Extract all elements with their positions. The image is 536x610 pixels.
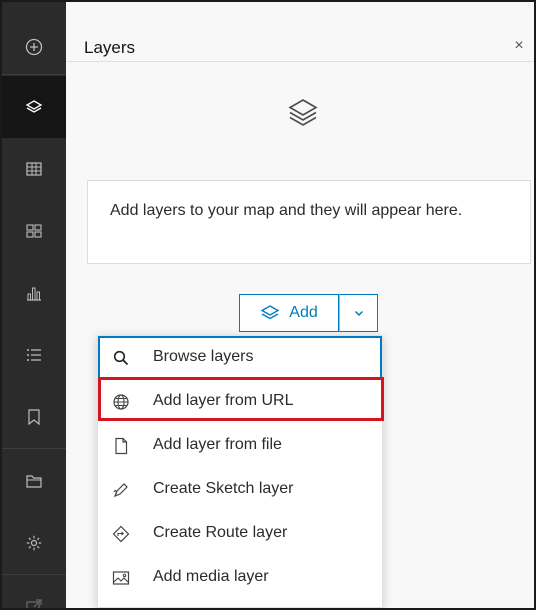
add-content-button[interactable] bbox=[2, 16, 66, 78]
menu-item-create-sketch-layer[interactable]: Create Sketch layer bbox=[98, 468, 382, 512]
menu-item-add-layer-from-file[interactable]: Add layer from file bbox=[98, 424, 382, 468]
list-icon bbox=[27, 349, 41, 361]
folder-icon bbox=[26, 475, 42, 488]
charts-button[interactable] bbox=[2, 262, 66, 324]
layers-panel: Layers × Add layers to your map and they… bbox=[66, 2, 534, 608]
add-button-label: Add bbox=[289, 304, 318, 321]
action-bar bbox=[2, 2, 66, 608]
list-button[interactable] bbox=[2, 324, 66, 386]
route-icon bbox=[112, 525, 130, 543]
globe-icon bbox=[112, 393, 130, 411]
add-dropdown-menu: Browse layers Add layer from URL Add lay… bbox=[97, 335, 384, 608]
open-folder-button[interactable] bbox=[2, 450, 66, 512]
menu-item-browse-layers[interactable]: Browse layers bbox=[98, 336, 382, 380]
legend-button[interactable] bbox=[2, 200, 66, 262]
settings-button[interactable] bbox=[2, 512, 66, 574]
share-icon bbox=[26, 599, 42, 608]
image-icon bbox=[112, 569, 130, 587]
menu-item-create-route-layer[interactable]: Create Route layer bbox=[98, 512, 382, 556]
sketch-icon bbox=[112, 481, 130, 499]
chart-icon bbox=[27, 287, 41, 301]
search-icon bbox=[112, 349, 130, 367]
menu-item-label: Create Sketch layer bbox=[153, 480, 294, 497]
menu-item-label: Create Route layer bbox=[153, 524, 288, 541]
layers-button[interactable] bbox=[2, 76, 66, 138]
table-icon bbox=[26, 162, 42, 176]
gear-icon bbox=[26, 535, 42, 551]
menu-item-label: Add media layer bbox=[153, 568, 269, 585]
bookmarks-button[interactable] bbox=[2, 386, 66, 448]
file-icon bbox=[112, 437, 130, 455]
legend-icon bbox=[26, 224, 42, 238]
menu-item-add-layer-from-url[interactable]: Add layer from URL bbox=[98, 380, 382, 424]
plus-circle-icon bbox=[25, 38, 43, 56]
menu-item-label: Browse layers bbox=[153, 348, 254, 365]
bookmark-icon bbox=[28, 409, 40, 426]
panel-header: Layers × bbox=[66, 2, 534, 62]
chevron-down-icon bbox=[354, 310, 363, 317]
close-button[interactable]: × bbox=[508, 38, 530, 60]
menu-item-add-media-layer[interactable]: Add media layer bbox=[98, 556, 382, 600]
menu-item-label: Add layer from URL bbox=[153, 392, 294, 409]
layers-icon bbox=[25, 100, 43, 113]
empty-layers-notice: Add layers to your map and they will app… bbox=[87, 180, 531, 264]
share-button[interactable] bbox=[2, 576, 66, 608]
add-split-button: Add bbox=[239, 294, 378, 332]
table-button[interactable] bbox=[2, 138, 66, 200]
menu-item-label: Add layer from file bbox=[153, 436, 282, 453]
panel-title: Layers bbox=[84, 38, 136, 57]
layers-icon bbox=[260, 305, 280, 320]
layers-icon bbox=[288, 99, 318, 126]
add-button[interactable]: Add bbox=[239, 294, 339, 332]
app-frame: Layers × Add layers to your map and they… bbox=[0, 0, 536, 610]
add-dropdown-toggle[interactable] bbox=[339, 294, 378, 332]
